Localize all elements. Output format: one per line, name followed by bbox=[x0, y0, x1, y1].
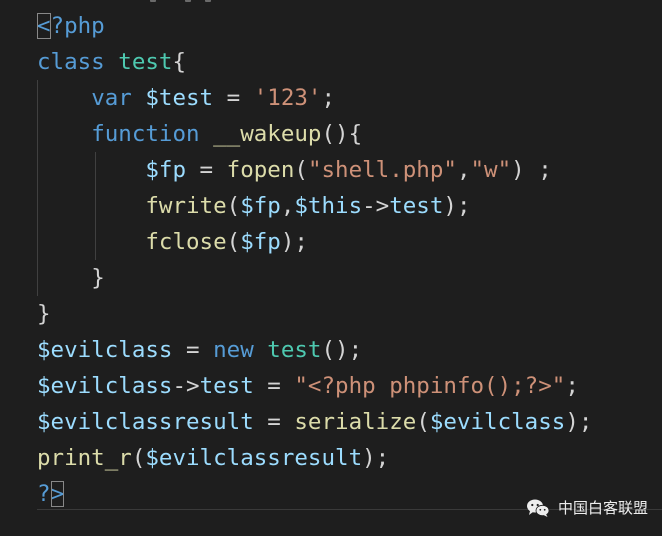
wechat-icon bbox=[526, 499, 550, 517]
code-line[interactable]: $evilclass->test = "<?php phpinfo();?>"; bbox=[37, 368, 592, 404]
code-token: test bbox=[199, 373, 254, 399]
code-token: $test bbox=[145, 85, 214, 111]
code-line[interactable]: class test{ bbox=[37, 44, 592, 80]
code-token: ( bbox=[131, 445, 146, 471]
code-token: "shell.php" bbox=[307, 157, 457, 183]
code-token: $fp bbox=[240, 229, 281, 255]
code-token: function bbox=[91, 121, 214, 147]
code-token: -> bbox=[362, 193, 390, 219]
code-token: -> bbox=[172, 373, 200, 399]
code-line[interactable]: } bbox=[37, 260, 592, 296]
code-token: serialize bbox=[294, 409, 417, 435]
code-token: fwrite bbox=[145, 193, 227, 219]
code-line[interactable]: ?> bbox=[37, 476, 592, 512]
cropped-glyph bbox=[205, 0, 211, 2]
code-line[interactable]: $evilclass = new test(); bbox=[37, 332, 592, 368]
cropped-previous-line bbox=[0, 0, 662, 4]
code-token: $evilclassresult bbox=[145, 445, 363, 471]
code-token: $evilclass bbox=[37, 337, 173, 363]
matched-bracket-token: > bbox=[50, 481, 65, 507]
code-token: ); bbox=[443, 193, 471, 219]
code-token: (); bbox=[321, 337, 363, 363]
code-token: ) ; bbox=[511, 157, 552, 183]
code-line[interactable]: fwrite($fp,$this->test); bbox=[37, 188, 592, 224]
code-line[interactable]: function __wakeup(){ bbox=[37, 116, 592, 152]
code-token: $fp bbox=[240, 193, 281, 219]
code-token: "w" bbox=[470, 157, 512, 183]
code-token: ( bbox=[416, 409, 430, 435]
code-token: $fp bbox=[145, 157, 187, 183]
code-line[interactable]: $evilclassresult = serialize($evilclass)… bbox=[37, 404, 592, 440]
watermark-text: 中国白客联盟 bbox=[557, 499, 648, 517]
code-line[interactable]: print_r($evilclassresult); bbox=[37, 440, 592, 476]
code-line[interactable]: var $test = '123'; bbox=[37, 80, 592, 116]
code-line[interactable]: <?php bbox=[37, 8, 592, 44]
code-line[interactable]: } bbox=[37, 296, 592, 332]
watermark: 中国白客联盟 bbox=[526, 497, 648, 518]
code-token: print_r bbox=[37, 445, 132, 471]
code-token: ); bbox=[362, 445, 390, 471]
code-token: = bbox=[253, 373, 295, 399]
code-token: = bbox=[172, 337, 214, 363]
code-token: var bbox=[91, 85, 146, 111]
code-token: __wakeup bbox=[213, 121, 322, 147]
code-token: ?php bbox=[50, 13, 105, 39]
code-token: ( bbox=[226, 229, 241, 255]
code-token: test bbox=[267, 337, 322, 363]
code-token: test bbox=[118, 49, 173, 75]
code-line[interactable]: fclose($fp); bbox=[37, 224, 592, 260]
code-token: ( bbox=[294, 157, 308, 183]
code-token: test bbox=[389, 193, 444, 219]
code-content[interactable]: <?php class test{ var $test = '123'; func… bbox=[37, 8, 592, 512]
code-token: $evilclassresult bbox=[37, 409, 254, 435]
code-token: (){ bbox=[321, 121, 363, 147]
code-token: fclose bbox=[145, 229, 227, 255]
code-token: $evilclass bbox=[429, 409, 566, 435]
code-token: ( bbox=[226, 193, 241, 219]
code-token: , bbox=[456, 157, 471, 183]
cropped-glyph bbox=[150, 0, 156, 2]
matched-bracket-token: < bbox=[37, 13, 51, 39]
code-token: = bbox=[213, 85, 254, 111]
code-editor[interactable]: <?php class test{ var $test = '123'; func… bbox=[0, 0, 662, 536]
code-token: new bbox=[213, 337, 268, 363]
code-token: fopen bbox=[226, 157, 295, 183]
code-token: ); bbox=[565, 409, 593, 435]
code-token: = bbox=[186, 157, 227, 183]
code-token: class bbox=[37, 49, 119, 75]
code-token: ; bbox=[321, 85, 336, 111]
cropped-glyph bbox=[185, 0, 191, 2]
code-token: $this bbox=[294, 193, 363, 219]
code-token: ? bbox=[37, 481, 51, 507]
code-token: , bbox=[280, 193, 295, 219]
code-token: $evilclass bbox=[37, 373, 173, 399]
code-token: "<?php phpinfo();?>" bbox=[294, 373, 566, 399]
code-token: { bbox=[172, 49, 187, 75]
code-token: ; bbox=[565, 373, 579, 399]
code-token: '123' bbox=[253, 85, 322, 111]
code-token: } bbox=[37, 301, 51, 327]
code-line[interactable]: $fp = fopen("shell.php","w") ; bbox=[37, 152, 592, 188]
code-token: } bbox=[91, 265, 105, 291]
code-token: = bbox=[253, 409, 295, 435]
code-token: ); bbox=[280, 229, 308, 255]
